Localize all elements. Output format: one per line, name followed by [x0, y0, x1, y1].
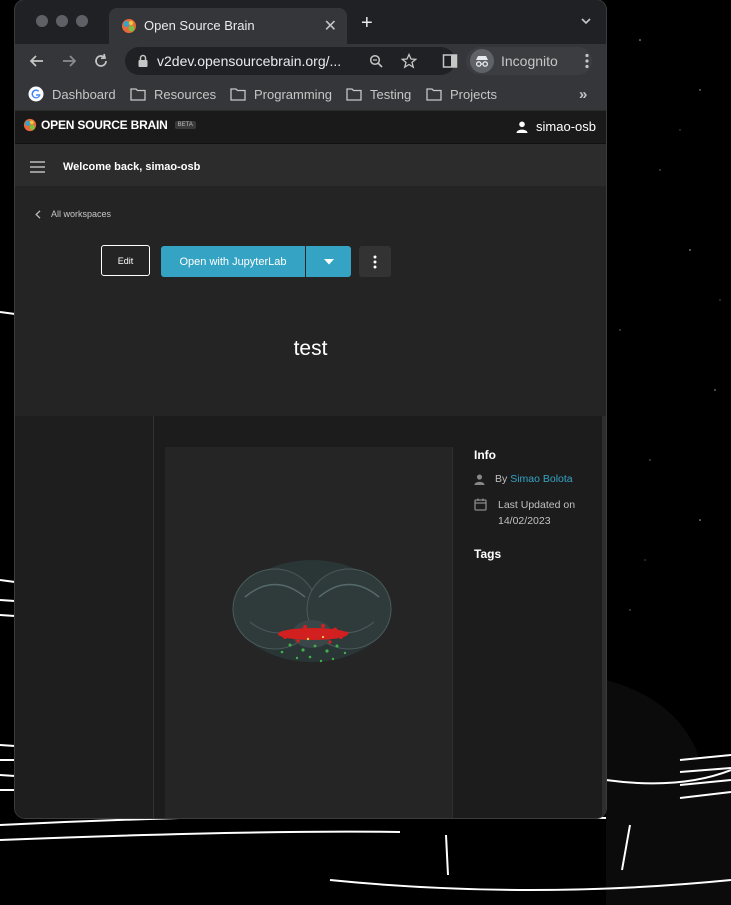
bookmark-star-icon[interactable] — [401, 53, 417, 69]
edit-button[interactable]: Edit — [101, 245, 150, 276]
folder-icon — [230, 88, 246, 101]
incognito-badge[interactable]: Incognito — [466, 47, 592, 75]
info-heading: Info — [474, 448, 496, 462]
person-icon — [474, 473, 485, 485]
incognito-icon — [470, 49, 494, 73]
reload-icon[interactable] — [91, 51, 111, 71]
new-tab-icon[interactable]: + — [361, 13, 373, 33]
brand-name: OPEN SOURCE BRAIN — [41, 118, 168, 132]
bookmark-label: Testing — [370, 86, 412, 102]
bookmark-resources[interactable]: Resources — [130, 84, 216, 104]
bookmarks-overflow-icon[interactable]: » — [579, 84, 587, 104]
tab-search-chevron-icon[interactable] — [580, 15, 592, 27]
url-text[interactable]: v2dev.opensourcebrain.org/... — [157, 53, 341, 69]
username: simao-osb — [536, 119, 596, 134]
back-arrow-icon[interactable] — [27, 51, 47, 71]
tags-heading: Tags — [474, 547, 502, 561]
zoom-icon[interactable] — [369, 54, 384, 69]
more-options-button[interactable] — [359, 246, 391, 277]
folder-icon — [130, 88, 146, 101]
info-panel: Info By Simao Bolota Last Updated on 14/… — [474, 448, 604, 527]
back-to-workspaces-link[interactable]: All workspaces — [35, 209, 111, 219]
open-options-dropdown-button[interactable] — [306, 246, 351, 277]
more-vertical-icon — [373, 255, 377, 268]
page-content: OPEN SOURCE BRAIN BETA simao-osb Welcome… — [15, 111, 606, 818]
bookmark-label: Projects — [450, 86, 497, 102]
bookmark-label: Dashboard — [52, 86, 116, 102]
chevron-left-icon — [35, 209, 41, 219]
brain-rendering-image — [232, 560, 392, 663]
tab-title: Open Source Brain — [144, 18, 255, 33]
browser-toolbar: v2dev.opensourcebrain.org/... Incognito — [15, 44, 606, 78]
forward-arrow-icon[interactable] — [59, 51, 79, 71]
user-icon — [516, 121, 528, 133]
bookmark-testing[interactable]: Testing — [346, 84, 411, 104]
hamburger-menu-icon[interactable] — [30, 161, 45, 173]
tab-strip: Open Source Brain ✕ + — [15, 0, 606, 44]
workspace-thumbnail — [165, 447, 453, 818]
caret-down-icon — [323, 258, 334, 264]
back-link-label: All workspaces — [51, 209, 112, 219]
bookmark-label: Programming — [254, 86, 333, 102]
bookmark-programming[interactable]: Programming — [230, 84, 332, 104]
bookmarks-bar: Dashboard Resources Programming Testing … — [15, 78, 606, 111]
last-updated-date: 14/02/2023 — [498, 515, 551, 527]
bookmark-projects[interactable]: Projects — [426, 84, 497, 104]
workspace-details: Info By Simao Bolota Last Updated on 14/… — [15, 416, 606, 818]
scrollbar[interactable] — [602, 416, 606, 818]
address-bar[interactable]: v2dev.opensourcebrain.org/... — [125, 47, 455, 75]
bookmark-dashboard[interactable]: Dashboard — [28, 84, 116, 104]
user-menu[interactable]: simao-osb — [516, 119, 596, 134]
welcome-message: Welcome back, simao-osb — [63, 161, 201, 173]
osb-logo-icon — [23, 118, 37, 132]
last-updated-label: Last Updated on — [498, 499, 576, 511]
author-row: By Simao Bolota — [474, 471, 573, 487]
tab-close-icon[interactable]: ✕ — [324, 16, 337, 36]
tab-open-source-brain[interactable]: Open Source Brain ✕ — [109, 8, 347, 44]
lock-icon[interactable] — [137, 54, 149, 68]
folder-icon — [426, 88, 442, 101]
open-with-jupyterlab-button[interactable]: Open with JupyterLab — [161, 246, 305, 277]
window-close-dot[interactable] — [36, 15, 48, 27]
by-prefix: By — [495, 473, 508, 485]
app-header: OPEN SOURCE BRAIN BETA simao-osb — [15, 111, 606, 144]
calendar-icon — [474, 498, 487, 511]
side-panel-icon[interactable] — [440, 51, 460, 71]
browser-window: Open Source Brain ✕ + v2dev.opensourcebr… — [15, 0, 606, 818]
osb-logo[interactable]: OPEN SOURCE BRAIN BETA — [23, 118, 196, 132]
osb-favicon-icon — [122, 19, 136, 33]
sub-header: Welcome back, simao-osb — [15, 144, 606, 186]
beta-badge: BETA — [174, 121, 196, 129]
folder-icon — [346, 88, 362, 101]
bookmark-label: Resources — [154, 86, 217, 102]
left-panel — [15, 416, 154, 818]
window-minimize-dot[interactable] — [56, 15, 68, 27]
incognito-label: Incognito — [501, 53, 558, 69]
browser-menu-icon[interactable] — [577, 51, 597, 71]
workspace-title: test — [293, 337, 328, 360]
google-icon — [28, 86, 44, 102]
window-zoom-dot[interactable] — [76, 15, 88, 27]
last-updated-row: Last Updated on 14/02/2023 — [474, 497, 575, 529]
author-link[interactable]: Simao Bolota — [510, 473, 572, 485]
